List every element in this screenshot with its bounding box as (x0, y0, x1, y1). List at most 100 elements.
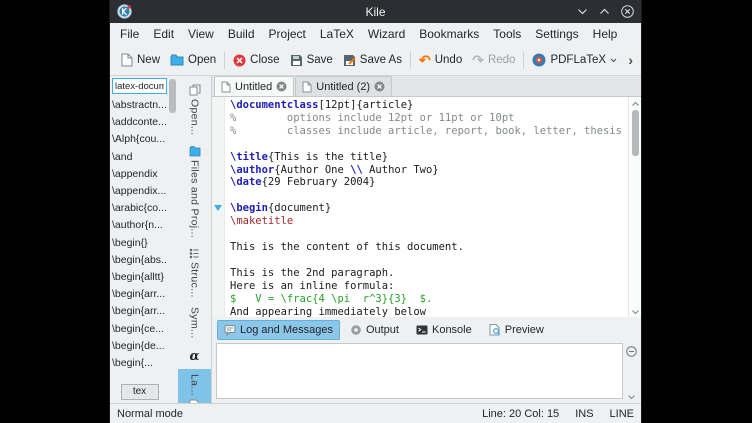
code-line[interactable]: \documentclass[12pt]{article} (230, 99, 628, 112)
window-title: Kile (110, 5, 641, 19)
editor-icon-border[interactable] (212, 97, 225, 317)
save-icon (290, 54, 303, 67)
code-line[interactable]: \maketitle (230, 215, 628, 228)
command-list-item[interactable]: \begin{arr... (112, 303, 167, 320)
sidebar-tab-files-and-proj[interactable]: Files and Proj... (178, 141, 211, 243)
menu-build[interactable]: Build (221, 25, 262, 43)
command-list-item[interactable]: \appendix (112, 166, 167, 183)
toolbar-button-label: Save (307, 54, 333, 66)
code-line[interactable]: Here is an inline formula: (230, 280, 628, 293)
command-list-item[interactable]: \begin{} (112, 235, 167, 252)
status-eol-mode[interactable]: LINE (610, 408, 634, 420)
menu-view[interactable]: View (181, 25, 221, 43)
undo-button[interactable]: ↶Undo (414, 50, 467, 70)
output-icon (350, 324, 362, 336)
collapse-panel-button[interactable] (626, 344, 637, 362)
menu-help[interactable]: Help (586, 25, 625, 43)
command-list-item[interactable]: \appendix... (112, 183, 167, 200)
new-button[interactable]: New (115, 49, 165, 71)
panel-scroll-down-icon[interactable] (628, 393, 635, 399)
tab-close-icon[interactable] (374, 81, 385, 92)
menu-project[interactable]: Project (262, 25, 313, 43)
undo-icon: ↶ (419, 54, 431, 66)
editor-scrollbar[interactable] (628, 97, 641, 317)
scrollbar-thumb[interactable] (632, 110, 639, 156)
code-line[interactable]: % options include 12pt or 11pt or 10pt (230, 112, 628, 125)
menu-bookmarks[interactable]: Bookmarks (412, 25, 486, 43)
status-cursor-position[interactable]: Line: 20 Col: 15 (482, 408, 559, 420)
code-line[interactable] (230, 138, 628, 151)
command-list-item[interactable]: \begin{abs... (112, 252, 167, 269)
command-list-item[interactable]: \begin{alltt} (112, 269, 167, 286)
code-line[interactable] (230, 254, 628, 267)
close-window-button[interactable] (621, 5, 634, 18)
command-list-scrollbar[interactable] (167, 76, 178, 403)
sidebar-tab-alpha[interactable]: α (178, 344, 211, 369)
command-list-item[interactable]: \begin{... (112, 355, 167, 372)
code-token: {Author One (274, 164, 350, 176)
redo-button[interactable]: ↷Redo (467, 50, 520, 70)
scroll-up-icon[interactable] (632, 100, 639, 106)
menu-latex[interactable]: LaTeX (313, 25, 361, 43)
tooltab-konsole[interactable]: Konsole (409, 320, 479, 340)
command-list-item[interactable]: \begin{de... (112, 338, 167, 355)
code-line[interactable] (230, 189, 628, 202)
code-line[interactable]: This is the 2nd paragraph. (230, 267, 628, 280)
minimize-button[interactable] (577, 8, 588, 15)
menu-file[interactable]: File (113, 25, 146, 43)
command-list-item[interactable]: \Alph{cou... (112, 131, 167, 148)
command-list-item[interactable]: \begin{ce... (112, 321, 167, 338)
code-line[interactable]: $ V = \frac{4 \pi r^3}{3} $. (230, 293, 628, 306)
save-button[interactable]: Save (285, 50, 338, 71)
code-line[interactable]: \date{29 February 2004} (230, 176, 628, 189)
command-filter-input[interactable] (112, 78, 167, 94)
tooltab-output[interactable]: Output (343, 320, 406, 340)
tooltab-label: Preview (505, 324, 544, 336)
menu-wizard[interactable]: Wizard (361, 25, 412, 43)
code-line[interactable]: \begin{document} (230, 202, 628, 215)
pdflatex-icon (532, 53, 546, 67)
titlebar[interactable]: Kile (110, 0, 641, 23)
close-button[interactable]: Close (228, 50, 284, 71)
toolbar-overflow-button[interactable]: › (625, 52, 636, 68)
command-list-item[interactable]: \abstractn... (112, 97, 167, 114)
tooltab-log-and-messages[interactable]: Log and Messages (217, 320, 340, 340)
maximize-button[interactable] (599, 8, 610, 15)
code-line[interactable]: % classes include article, report, book,… (230, 125, 628, 138)
code-token: \date (230, 176, 262, 188)
scroll-down-icon[interactable] (632, 308, 639, 314)
scrollbar-thumb[interactable] (169, 79, 176, 113)
code-line[interactable] (230, 228, 628, 241)
main-area: \abstractn...\addconte...\Alph{cou...\an… (110, 76, 641, 403)
save-as-button[interactable]: Save As (338, 50, 407, 71)
command-list-item[interactable]: \arabic{co... (112, 200, 167, 217)
editor-tab-untitled[interactable]: Untitled (214, 76, 294, 96)
fold-marker-icon[interactable] (214, 205, 222, 211)
tex-category-tab[interactable]: tex (121, 384, 159, 400)
tab-close-icon[interactable] (276, 81, 287, 92)
code-line[interactable]: And appearing immediately below (230, 306, 628, 318)
menu-settings[interactable]: Settings (528, 25, 585, 43)
tooltab-preview[interactable]: Preview (482, 320, 551, 340)
sidebar-tab-struc[interactable]: Struc... (178, 243, 211, 303)
window-controls (577, 5, 634, 18)
code-line[interactable]: \author{Author One \\ Author Two} (230, 164, 628, 177)
command-list-item[interactable]: \begin{arr... (112, 286, 167, 303)
command-list-item[interactable]: \and (112, 149, 167, 166)
sidebar-tab-sym[interactable]: Sym... (178, 302, 211, 344)
command-list-item[interactable]: \author{n... (112, 217, 167, 234)
editor-tabbar: UntitledUntitled (2) (212, 76, 641, 97)
code-line[interactable]: This is the content of this document. (230, 241, 628, 254)
menu-edit[interactable]: Edit (146, 25, 181, 43)
command-list-item[interactable]: \addconte... (112, 114, 167, 131)
menu-tools[interactable]: Tools (486, 25, 528, 43)
editor-tab-untitled-2[interactable]: Untitled (2) (295, 76, 392, 96)
status-insert-mode[interactable]: INS (575, 408, 593, 420)
code-line[interactable]: \title{This is the title} (230, 151, 628, 164)
sidebar-tab-open[interactable]: Open... (178, 79, 211, 141)
menubar: FileEditViewBuildProjectLaTeXWizardBookm… (110, 23, 641, 45)
pdflatex-button[interactable]: PDFLaTeX (527, 49, 622, 71)
open-button[interactable]: Open (165, 50, 221, 70)
sidebar-vertical-tabs: Open...Files and Proj...Struc...Sym...αL… (178, 76, 211, 403)
editor-code[interactable]: \documentclass[12pt]{article}% options i… (225, 97, 628, 317)
